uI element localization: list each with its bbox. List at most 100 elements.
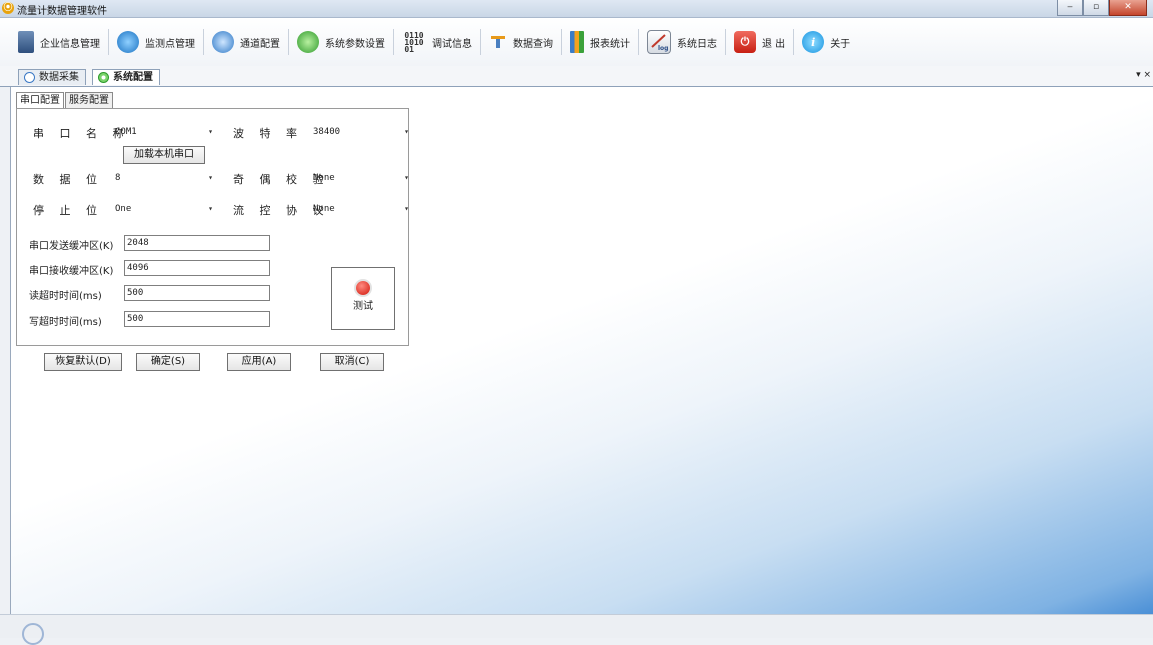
refresh-circle-icon (24, 72, 35, 83)
send-buffer-label: 串口发送缓冲区(K) (29, 241, 114, 252)
toolbar-company-label: 企业信息管理 (40, 38, 100, 50)
debug-binary-icon: 0110 1010 01 (404, 30, 424, 54)
window-controls: ‒ ▫ ✕ (1057, 0, 1147, 16)
company-icon (18, 31, 34, 53)
config-sub-tabs: 串口配置 服务配置 (16, 92, 114, 109)
recv-buffer-input[interactable]: 4096 (124, 260, 270, 276)
data-bits-value: 8 (115, 173, 121, 183)
tab-service-config[interactable]: 服务配置 (65, 92, 113, 108)
toolbar-company-button[interactable]: 企业信息管理 (12, 27, 106, 57)
tab-serial-config[interactable]: 串口配置 (16, 92, 64, 109)
svg-text:log: log (658, 45, 668, 52)
toolbar-separator (725, 29, 726, 55)
toolbar-sysparam-label: 系统参数设置 (325, 38, 385, 50)
window-title: 流量计数据管理软件 (17, 6, 107, 17)
toolbar-about-label: 关于 (830, 38, 851, 50)
tab-data-collection[interactable]: 数据采集 (18, 69, 86, 85)
chevron-down-icon: ▾ (208, 204, 213, 213)
test-button-label: 测试 (353, 301, 373, 312)
document-tab-strip: 数据采集 系统配置 ▾ × (0, 66, 1153, 87)
toolbar-about-button[interactable]: i 关于 (796, 27, 856, 57)
toolbar-separator (288, 29, 289, 55)
toolbar-separator (480, 29, 481, 55)
report-chart-icon (570, 31, 584, 53)
toolbar-separator (203, 29, 204, 55)
toolbar-separator (393, 29, 394, 55)
toolbar-query-button[interactable]: 数据查询 (483, 27, 559, 57)
toolbar-exit-label: 退 出 (762, 38, 786, 50)
restore-defaults-button[interactable]: 恢复默认(D) (44, 353, 122, 371)
toolbar-separator (638, 29, 639, 55)
toolbar-debug-button[interactable]: 0110 1010 01 调试信息 (396, 27, 478, 57)
read-timeout-input[interactable]: 500 (124, 285, 270, 301)
toolbar-monitor-button[interactable]: 监测点管理 (111, 27, 201, 57)
write-timeout-label: 写超时时间(ms) (29, 317, 102, 328)
chevron-down-icon: ▾ (404, 173, 409, 182)
cancel-button[interactable]: 取消(C) (320, 353, 384, 371)
data-bits-label: 数 据 位 (33, 173, 103, 186)
toolbar-separator (793, 29, 795, 55)
power-icon: ⏻ (734, 31, 756, 53)
baud-rate-value: 38400 (313, 127, 341, 137)
recv-buffer-label: 串口接收缓冲区(K) (29, 266, 114, 277)
tab-system-config-label: 系统配置 (113, 72, 153, 83)
chevron-down-icon: ▾ (208, 127, 213, 136)
port-name-select[interactable]: COM1 ▾ (115, 124, 213, 140)
main-content-area: 串口配置 服务配置 串 口 名 称 COM1 ▾ 波 特 率 38400 ▾ 加… (10, 87, 1153, 614)
toolbar-report-button[interactable]: 报表统计 (564, 27, 636, 57)
tab-data-collection-label: 数据采集 (39, 72, 79, 83)
chevron-down-icon: ▾ (404, 204, 409, 213)
tab-menu-close-icon[interactable]: ▾ × (1136, 70, 1151, 80)
close-button[interactable]: ✕ (1109, 0, 1147, 16)
data-query-icon (489, 31, 507, 53)
chevron-down-icon: ▾ (208, 173, 213, 182)
toolbar-log-button[interactable]: log 系统日志 (641, 27, 723, 57)
data-bits-select[interactable]: 8 ▾ (115, 170, 213, 186)
title-bar: ⦿ 流量计数据管理软件 ‒ ▫ ✕ (0, 0, 1153, 18)
apply-button[interactable]: 应用(A) (227, 353, 291, 371)
status-bar (0, 614, 1153, 645)
toolbar-monitor-label: 监测点管理 (145, 38, 195, 50)
monitor-point-icon (117, 31, 139, 53)
read-timeout-label: 读超时时间(ms) (29, 291, 102, 302)
main-toolbar: 企业信息管理 监测点管理 通道配置 系统参数设置 0110 1010 01 调试… (0, 18, 1153, 66)
stop-bits-label: 停 止 位 (33, 204, 103, 217)
info-icon: i (802, 31, 825, 53)
baud-rate-select[interactable]: 38400 ▾ (313, 124, 409, 140)
log-icon: log (647, 30, 671, 54)
serial-config-panel: 串 口 名 称 COM1 ▾ 波 特 率 38400 ▾ 加载本机串口 数 据 … (16, 108, 409, 346)
minimize-button[interactable]: ‒ (1057, 0, 1083, 16)
toolbar-separator (561, 29, 562, 55)
toolbar-debug-label: 调试信息 (432, 38, 472, 50)
toolbar-sysparam-button[interactable]: 系统参数设置 (291, 27, 391, 57)
app-logo-icon: ⦿ (2, 2, 14, 14)
parity-value: None (313, 173, 335, 183)
status-circle-icon (22, 623, 44, 645)
chevron-down-icon: ▾ (404, 127, 409, 136)
toolbar-query-label: 数据查询 (513, 38, 553, 50)
config-circle-icon (98, 72, 109, 83)
toolbar-exit-button[interactable]: ⏻ 退 出 (728, 27, 791, 57)
baud-rate-label: 波 特 率 (233, 127, 303, 140)
toolbar-separator (108, 29, 109, 55)
stop-bits-value: One (115, 204, 132, 214)
load-local-ports-button[interactable]: 加载本机串口 (123, 146, 205, 164)
flow-control-value: None (313, 204, 335, 214)
record-icon (356, 281, 370, 295)
write-timeout-input[interactable]: 500 (124, 311, 270, 327)
stop-bits-select[interactable]: One ▾ (115, 201, 213, 217)
toolbar-channel-button[interactable]: 通道配置 (206, 27, 286, 57)
send-buffer-input[interactable]: 2048 (124, 235, 270, 251)
toolbar-log-label: 系统日志 (677, 38, 717, 50)
parity-select[interactable]: None ▾ (313, 170, 409, 186)
flow-control-select[interactable]: None ▾ (313, 201, 409, 217)
test-button[interactable]: 测试 (331, 267, 395, 330)
tab-system-config[interactable]: 系统配置 (92, 69, 160, 85)
maximize-button[interactable]: ▫ (1083, 0, 1109, 16)
toolbar-report-label: 报表统计 (590, 38, 630, 50)
port-name-value: COM1 (115, 127, 137, 137)
system-param-icon (297, 31, 319, 53)
channel-config-icon (212, 31, 234, 53)
toolbar-channel-label: 通道配置 (240, 38, 280, 50)
ok-button[interactable]: 确定(S) (136, 353, 200, 371)
